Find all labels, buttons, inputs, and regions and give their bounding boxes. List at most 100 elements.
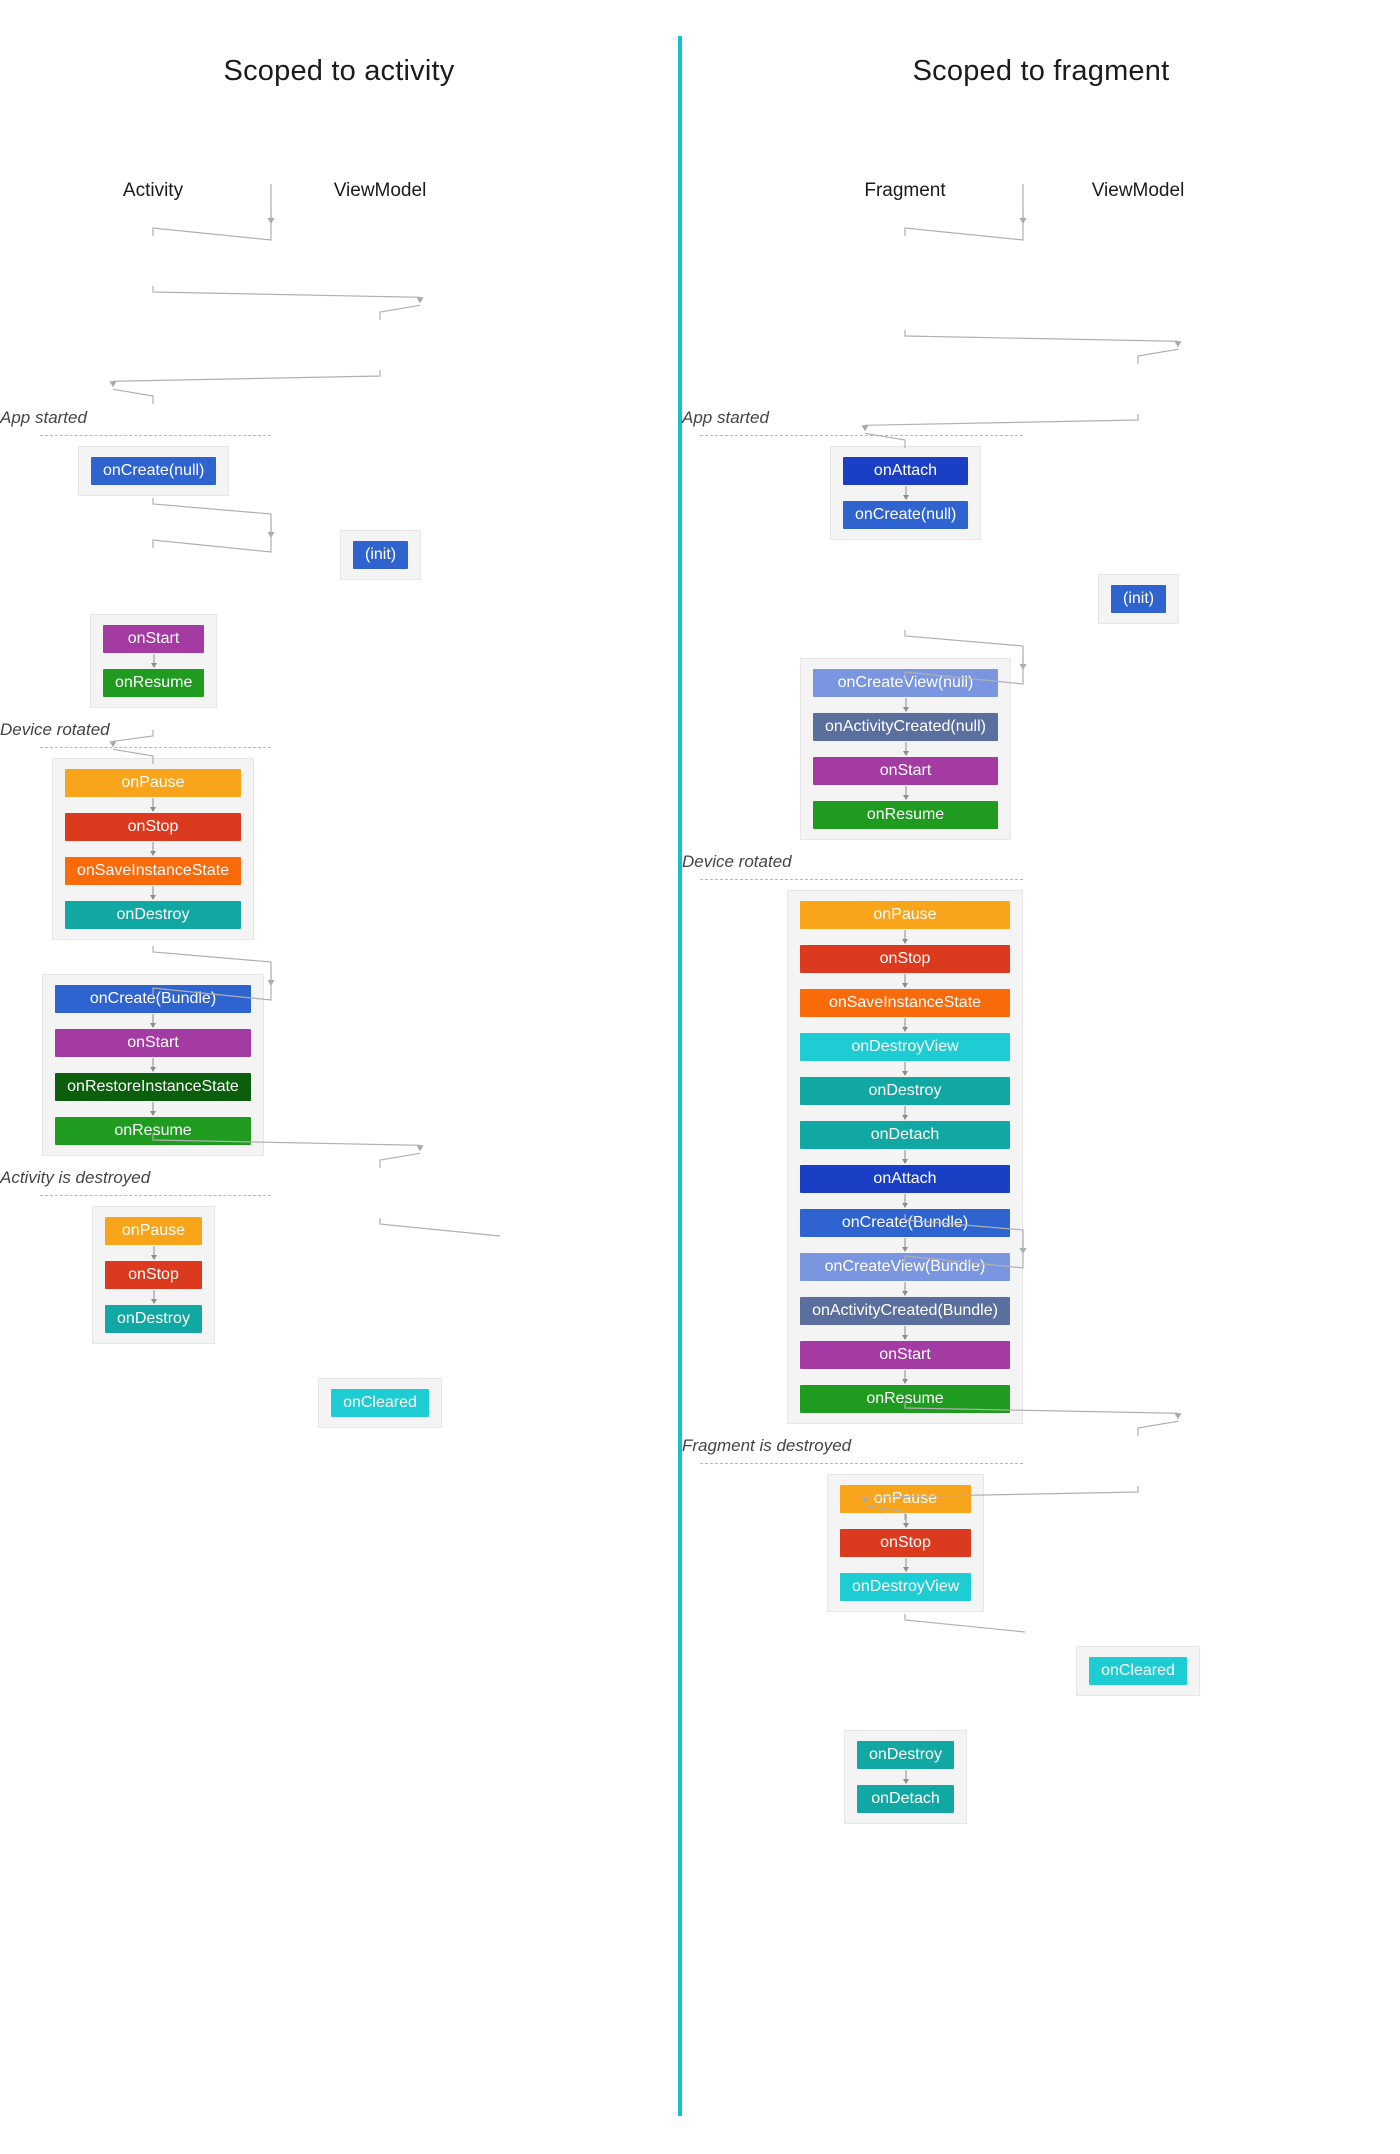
lifecycle-callback-chip: onCreateView(null) — [813, 669, 998, 697]
lifecycle-callback-chip: onDetach — [857, 1785, 954, 1813]
lane-label-activity: Activity — [122, 180, 184, 201]
step-arrow-icon — [800, 1061, 1010, 1077]
step-arrow-icon — [800, 929, 1010, 945]
step-arrow-icon — [800, 1149, 1010, 1165]
lane-headers: Activity ViewModel — [0, 180, 678, 210]
lifecycle-step-group: onPause onStop onDestroy — [92, 1206, 215, 1344]
step-arrow-icon — [65, 841, 241, 857]
lifecycle-step-group: onStart onResume — [90, 614, 217, 708]
lifecycle-callback-chip: onResume — [103, 669, 204, 697]
lifecycle-event: Device rotated — [682, 852, 1400, 880]
lifecycle-step-group: onCreate(null) — [78, 446, 229, 496]
lifecycle-step-group: onPause onStop onSaveInstanceState onDestro… — [52, 758, 254, 940]
lifecycle-callback-chip: onPause — [840, 1485, 971, 1513]
lifecycle-step-group: onPause onStop onSaveInstanceState onDestro… — [787, 890, 1023, 1424]
lifecycle-callback-chip: onStop — [800, 945, 1010, 973]
lifecycle-callback-chip: onCreate(null) — [843, 501, 968, 529]
step-arrow-icon — [800, 973, 1010, 989]
lifecycle-step-group: onPause onStop onDestroyView — [827, 1474, 984, 1612]
lane-headers: Fragment ViewModel — [682, 180, 1400, 210]
lifecycle-callback-chip: onDestroyView — [840, 1573, 971, 1601]
step-arrow-icon — [800, 1017, 1010, 1033]
lifecycle-step-group: (init) — [340, 530, 421, 580]
step-arrow-icon — [813, 697, 998, 713]
lifecycle-callback-chip: onActivityCreated(null) — [813, 713, 998, 741]
step-arrow-icon — [800, 1369, 1010, 1385]
lifecycle-event-rule — [700, 435, 1023, 436]
lifecycle-callback-chip: onPause — [105, 1217, 202, 1245]
step-arrow-icon — [843, 485, 968, 501]
lifecycle-step-group: onAttach onCreate(null) — [830, 446, 981, 540]
column-scoped-to-fragment: Scoped to fragment Fragment ViewModel Ap… — [682, 0, 1400, 1824]
step-arrow-icon — [105, 1245, 202, 1261]
lifecycle-callback-chip: onDetach — [800, 1121, 1010, 1149]
lifecycle-event-rule — [700, 1463, 1023, 1464]
column-title: Scoped to fragment — [912, 55, 1170, 87]
lifecycle-event-label: App started — [682, 408, 777, 428]
lifecycle-callback-chip: onStart — [800, 1341, 1010, 1369]
lifecycle-callback-chip: (init) — [1111, 585, 1166, 613]
step-arrow-icon — [55, 1013, 251, 1029]
lifecycle-callback-chip: onStop — [65, 813, 241, 841]
lifecycle-callback-chip: onStop — [105, 1261, 202, 1289]
step-arrow-icon — [857, 1769, 954, 1785]
lifecycle-event: Fragment is destroyed — [682, 1436, 1400, 1464]
lifecycle-callback-chip: onDestroy — [800, 1077, 1010, 1105]
lifecycle-event-rule — [40, 435, 271, 436]
lifecycle-step-group: onCleared — [318, 1378, 442, 1428]
step-arrow-icon — [813, 741, 998, 757]
lifecycle-event-label: Device rotated — [682, 852, 800, 872]
step-arrow-icon — [800, 1325, 1010, 1341]
lane-label-viewmodel: ViewModel — [1091, 180, 1185, 201]
lifecycle-event-rule — [700, 879, 1023, 880]
lifecycle-event-label: App started — [0, 408, 95, 428]
lifecycle-callback-chip: onDestroyView — [800, 1033, 1010, 1061]
lifecycle-callback-chip: onDestroy — [65, 901, 241, 929]
lifecycle-callback-chip: onCleared — [1089, 1657, 1187, 1685]
step-arrow-icon — [800, 1281, 1010, 1297]
lifecycle-callback-chip: onPause — [800, 901, 1010, 929]
lifecycle-callback-chip: (init) — [353, 541, 408, 569]
lifecycle-event: Activity is destroyed — [0, 1168, 678, 1196]
step-arrow-icon — [800, 1193, 1010, 1209]
step-arrow-icon — [813, 785, 998, 801]
lifecycle-callback-chip: onStart — [813, 757, 998, 785]
lifecycle-event-label: Fragment is destroyed — [682, 1436, 860, 1456]
step-arrow-icon — [840, 1513, 971, 1529]
lifecycle-callback-chip: onSaveInstanceState — [800, 989, 1010, 1017]
lifecycle-callback-chip: onAttach — [843, 457, 968, 485]
lifecycle-callback-chip: onStart — [103, 625, 204, 653]
lifecycle-callback-chip: onCreateView(Bundle) — [800, 1253, 1010, 1281]
lifecycle-step-group: onCreateView(null) onActivityCreated(null… — [800, 658, 1011, 840]
lifecycle-callback-chip: onSaveInstanceState — [65, 857, 241, 885]
lifecycle-event: Device rotated — [0, 720, 678, 748]
lifecycle-callback-chip: onCleared — [331, 1389, 429, 1417]
step-arrow-icon — [65, 885, 241, 901]
step-arrow-icon — [103, 653, 204, 669]
lifecycle-callback-chip: onCreate(Bundle) — [55, 985, 251, 1013]
lifecycle-callback-chip: onAttach — [800, 1165, 1010, 1193]
step-arrow-icon — [800, 1105, 1010, 1121]
lifecycle-callback-chip: onStop — [840, 1529, 971, 1557]
step-arrow-icon — [800, 1237, 1010, 1253]
lifecycle-callback-chip: onCreate(Bundle) — [800, 1209, 1010, 1237]
lane-label-fragment: Fragment — [864, 180, 946, 201]
lifecycle-step-group: onCleared — [1076, 1646, 1200, 1696]
lifecycle-callback-chip: onDestroy — [105, 1305, 202, 1333]
column-scoped-to-activity: Scoped to activity Activity ViewModel Ap… — [0, 0, 678, 1428]
column-divider — [678, 36, 682, 2116]
lifecycle-callback-chip: onStart — [55, 1029, 251, 1057]
lifecycle-callback-chip: onPause — [65, 769, 241, 797]
lifecycle-step-group: (init) — [1098, 574, 1179, 624]
lifecycle-callback-chip: onCreate(null) — [91, 457, 216, 485]
step-arrow-icon — [55, 1101, 251, 1117]
lifecycle-callback-chip: onResume — [800, 1385, 1010, 1413]
lifecycle-callback-chip: onResume — [55, 1117, 251, 1145]
lifecycle-callback-chip: onDestroy — [857, 1741, 954, 1769]
lifecycle-event: App started — [682, 408, 1400, 436]
lifecycle-step-group: onDestroy onDetach — [844, 1730, 967, 1824]
lifecycle-step-group: onCreate(Bundle) onStart onRestoreInstance… — [42, 974, 264, 1156]
step-arrow-icon — [65, 797, 241, 813]
column-title: Scoped to activity — [223, 55, 455, 87]
lifecycle-event-rule — [40, 1195, 271, 1196]
